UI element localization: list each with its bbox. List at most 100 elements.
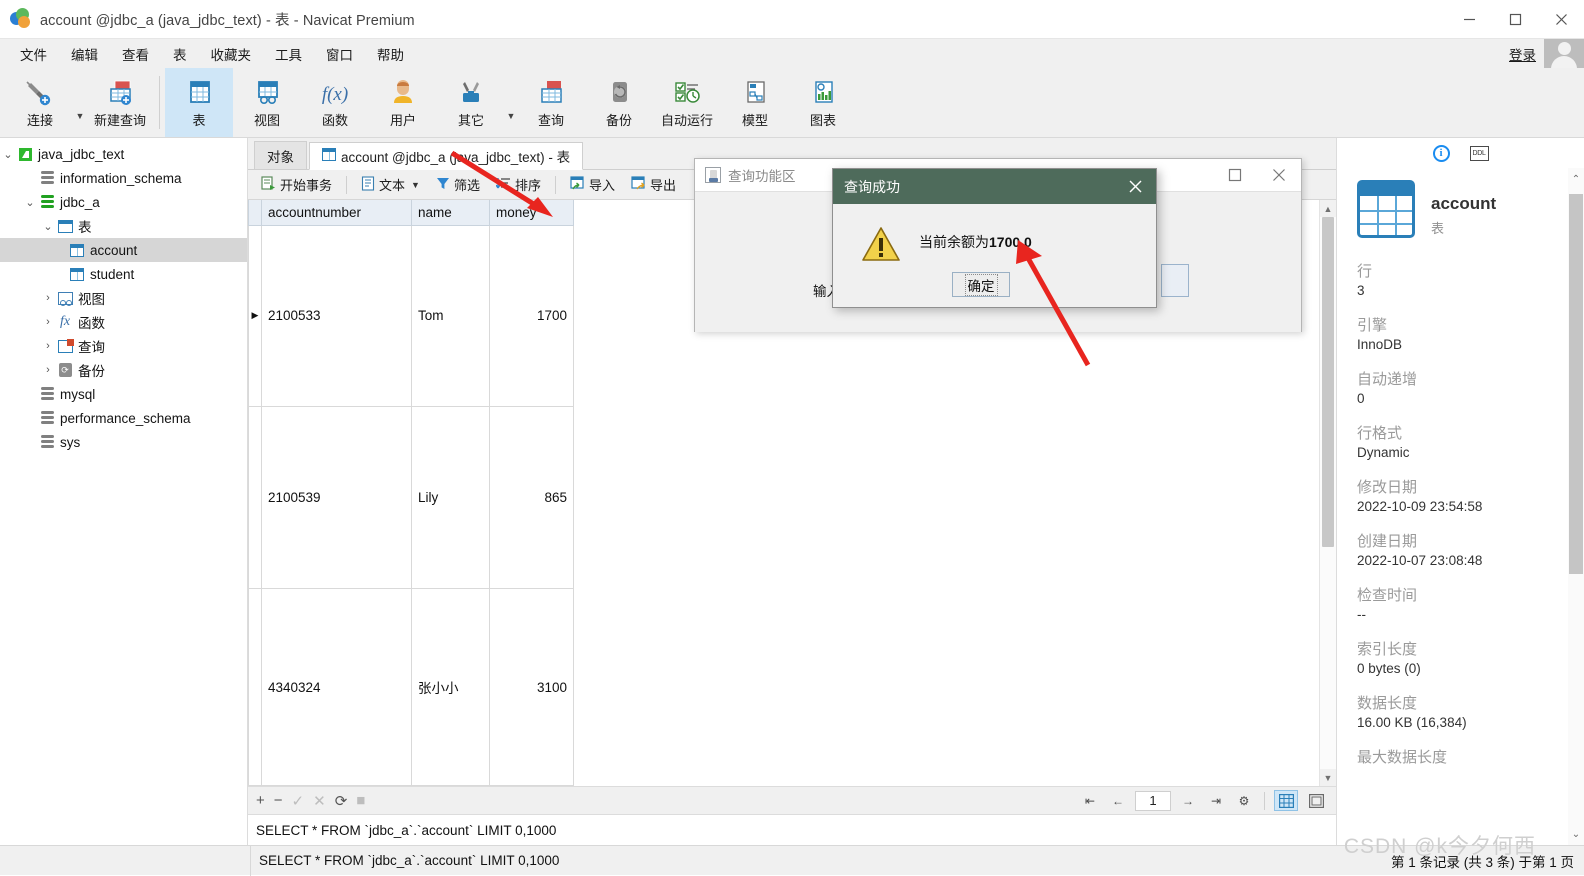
- menu-tools[interactable]: 工具: [263, 40, 314, 68]
- scrollbar-thumb[interactable]: [1322, 217, 1334, 547]
- ribbon-label: 视图: [253, 112, 280, 128]
- table-row[interactable]: ▶ 2100533 Tom 1700: [248, 224, 574, 408]
- table-row[interactable]: 4340324 张小小 3100: [248, 588, 574, 786]
- chevron-down-icon[interactable]: ⌄: [22, 196, 38, 209]
- scroll-down-icon[interactable]: ▼: [1320, 769, 1336, 786]
- sort-button[interactable]: 排序: [489, 172, 548, 197]
- ribbon-user-button[interactable]: 用户: [369, 68, 437, 137]
- gear-icon[interactable]: ⚙: [1233, 791, 1255, 811]
- last-page-button[interactable]: ⇥: [1205, 791, 1227, 811]
- tree-node-student[interactable]: student: [0, 262, 247, 286]
- chevron-right-icon[interactable]: ›: [40, 364, 56, 376]
- tree-node-functions-folder[interactable]: › fx 函数: [0, 310, 247, 334]
- text-button[interactable]: 文本 ▼: [354, 172, 427, 197]
- scroll-down-icon[interactable]: ⌄: [1568, 823, 1584, 845]
- ribbon-model-button[interactable]: 模型: [721, 68, 789, 137]
- ok-button[interactable]: 确定: [952, 272, 1010, 297]
- tab-account-table[interactable]: account @jdbc_a (java_jdbc_text) - 表: [309, 142, 584, 170]
- message-dialog[interactable]: 查询成功 当前余额为1700.0 确定: [832, 168, 1157, 308]
- ribbon-chart-button[interactable]: 图表: [789, 68, 857, 137]
- chevron-right-icon[interactable]: ›: [40, 316, 56, 328]
- add-record-button[interactable]: +: [256, 792, 265, 809]
- chevron-right-icon[interactable]: ›: [40, 292, 56, 304]
- column-header-accountnumber[interactable]: accountnumber: [261, 200, 412, 226]
- cell-name[interactable]: Tom: [411, 224, 490, 408]
- cell-name[interactable]: Lily: [411, 406, 490, 590]
- tree-node-java-jdbc-text[interactable]: ⌄ java_jdbc_text: [0, 142, 247, 166]
- chevron-down-icon[interactable]: ⌄: [40, 220, 56, 233]
- tree-node-queries-folder[interactable]: › 查询: [0, 334, 247, 358]
- menu-help[interactable]: 帮助: [365, 40, 416, 68]
- maximize-button[interactable]: [1492, 0, 1538, 39]
- refresh-button[interactable]: ⟳: [335, 792, 348, 810]
- column-header-name[interactable]: name: [411, 200, 490, 226]
- form-view-button[interactable]: [1304, 790, 1328, 811]
- import-button[interactable]: 导入: [563, 172, 622, 197]
- chevron-right-icon[interactable]: ›: [40, 340, 56, 352]
- menu-edit[interactable]: 编辑: [59, 40, 110, 68]
- cell-money[interactable]: 1700: [489, 224, 574, 408]
- scroll-up-icon[interactable]: ▲: [1320, 200, 1336, 217]
- menu-view[interactable]: 查看: [110, 40, 161, 68]
- info-icon[interactable]: i: [1432, 144, 1450, 162]
- dialog-close-button[interactable]: [1122, 174, 1148, 200]
- tab-objects[interactable]: 对象: [254, 141, 307, 169]
- tree-node-account[interactable]: account: [0, 238, 247, 262]
- tree-node-views-folder[interactable]: › 视图: [0, 286, 247, 310]
- ribbon-query-button[interactable]: 查询: [517, 68, 585, 137]
- tree-node-backups-folder[interactable]: › ⟳ 备份: [0, 358, 247, 382]
- tree-node-information-schema[interactable]: information_schema: [0, 166, 247, 190]
- ribbon-table-button[interactable]: 表: [165, 68, 233, 137]
- chevron-down-icon[interactable]: ▼: [411, 180, 420, 190]
- menu-favorites[interactable]: 收藏夹: [199, 40, 264, 68]
- grid-vertical-scrollbar[interactable]: ▲ ▼: [1319, 200, 1336, 786]
- avatar[interactable]: [1544, 39, 1584, 68]
- tree-node-performance-schema[interactable]: performance_schema: [0, 406, 247, 430]
- cell-money[interactable]: 865: [489, 406, 574, 590]
- close-button[interactable]: [1538, 0, 1584, 39]
- java-maximize-button[interactable]: [1213, 159, 1257, 192]
- begin-transaction-button[interactable]: 开始事务: [254, 172, 339, 197]
- delete-record-button[interactable]: −: [274, 792, 283, 809]
- menu-window[interactable]: 窗口: [314, 40, 365, 68]
- previous-page-button[interactable]: ←: [1107, 791, 1129, 811]
- next-page-button[interactable]: →: [1177, 791, 1199, 811]
- page-number-input[interactable]: 1: [1135, 790, 1171, 811]
- tree-node-jdbc-a[interactable]: ⌄ jdbc_a: [0, 190, 247, 214]
- cell-accountnumber[interactable]: 2100533: [261, 224, 412, 408]
- ddl-icon[interactable]: DDL: [1469, 145, 1489, 161]
- tree-node-tables-folder[interactable]: ⌄ 表: [0, 214, 247, 238]
- ribbon-function-button[interactable]: f(x) 函数: [301, 68, 369, 137]
- database-icon: [38, 171, 56, 185]
- minimize-button[interactable]: [1446, 0, 1492, 39]
- cell-accountnumber[interactable]: 2100539: [261, 406, 412, 590]
- other-dropdown-caret[interactable]: ▼: [505, 68, 517, 137]
- ribbon-connection-button[interactable]: 连接: [6, 68, 74, 137]
- export-button[interactable]: 导出: [624, 172, 683, 197]
- column-header-money[interactable]: money: [489, 200, 574, 226]
- grid-view-button[interactable]: [1274, 790, 1298, 811]
- ribbon-other-button[interactable]: 其它: [437, 68, 505, 137]
- tree-node-mysql[interactable]: mysql: [0, 382, 247, 406]
- cell-accountnumber[interactable]: 4340324: [261, 588, 412, 786]
- cell-name[interactable]: 张小小: [411, 588, 490, 786]
- menu-table[interactable]: 表: [161, 40, 199, 68]
- cell-money[interactable]: 3100: [489, 588, 574, 786]
- filter-button[interactable]: 筛选: [429, 172, 487, 197]
- info-panel-scrollbar[interactable]: ⌃ ⌄: [1568, 168, 1584, 845]
- tree-node-sys[interactable]: sys: [0, 430, 247, 454]
- scrollbar-thumb[interactable]: [1569, 194, 1583, 574]
- java-close-button[interactable]: [1257, 159, 1301, 192]
- ribbon-automation-button[interactable]: 自动运行: [653, 68, 721, 137]
- login-link[interactable]: 登录: [1509, 44, 1536, 64]
- chevron-down-icon[interactable]: ⌄: [0, 148, 16, 161]
- first-page-button[interactable]: ⇤: [1079, 791, 1101, 811]
- connection-dropdown-caret[interactable]: ▼: [74, 68, 86, 137]
- ribbon-new-query-button[interactable]: 新建查询: [86, 68, 154, 137]
- java-input-field[interactable]: [1161, 264, 1189, 297]
- ribbon-view-button[interactable]: 视图: [233, 68, 301, 137]
- ribbon-backup-button[interactable]: 备份: [585, 68, 653, 137]
- scroll-up-icon[interactable]: ⌃: [1568, 168, 1584, 190]
- menu-file[interactable]: 文件: [8, 40, 59, 68]
- table-row[interactable]: 2100539 Lily 865: [248, 406, 574, 590]
